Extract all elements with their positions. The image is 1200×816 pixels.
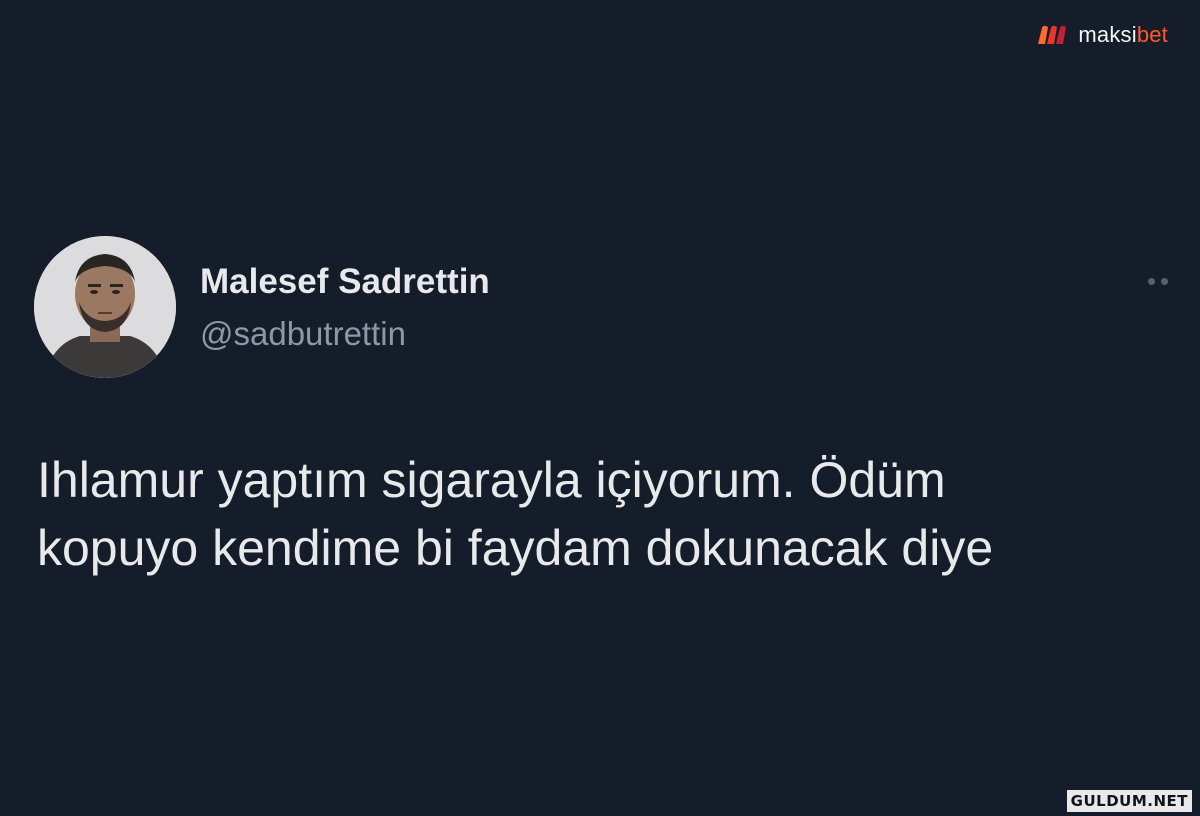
tweet-text: Ihlamur yaptım sigarayla içiyorum. Ödüm … <box>37 446 1177 582</box>
maksibet-logo-icon <box>1038 25 1067 44</box>
brand-logo: maksibet <box>1036 22 1168 48</box>
user-info: Malesef Sadrettin @sadbutrettin <box>200 264 490 350</box>
brand-name-part2: bet <box>1136 22 1168 47</box>
brand-name-part1: maksi <box>1078 22 1137 47</box>
avatar-photo-icon <box>34 236 176 378</box>
display-name[interactable]: Malesef Sadrettin <box>200 264 490 299</box>
site-watermark: GULDUM.NET <box>1066 790 1192 812</box>
avatar[interactable] <box>34 236 176 378</box>
more-dots-icon[interactable] <box>1138 276 1168 286</box>
dot <box>1148 277 1155 285</box>
tweet-header: Malesef Sadrettin @sadbutrettin <box>34 236 1174 386</box>
username[interactable]: @sadbutrettin <box>200 317 490 350</box>
dot <box>1161 277 1168 285</box>
tweet-text-line-2: kopuyo kendime bi faydam dokunacak diye <box>37 520 994 576</box>
brand-name: maksibet <box>1078 22 1168 48</box>
tweet-text-line-1: Ihlamur yaptım sigarayla içiyorum. Ödüm <box>37 452 946 508</box>
